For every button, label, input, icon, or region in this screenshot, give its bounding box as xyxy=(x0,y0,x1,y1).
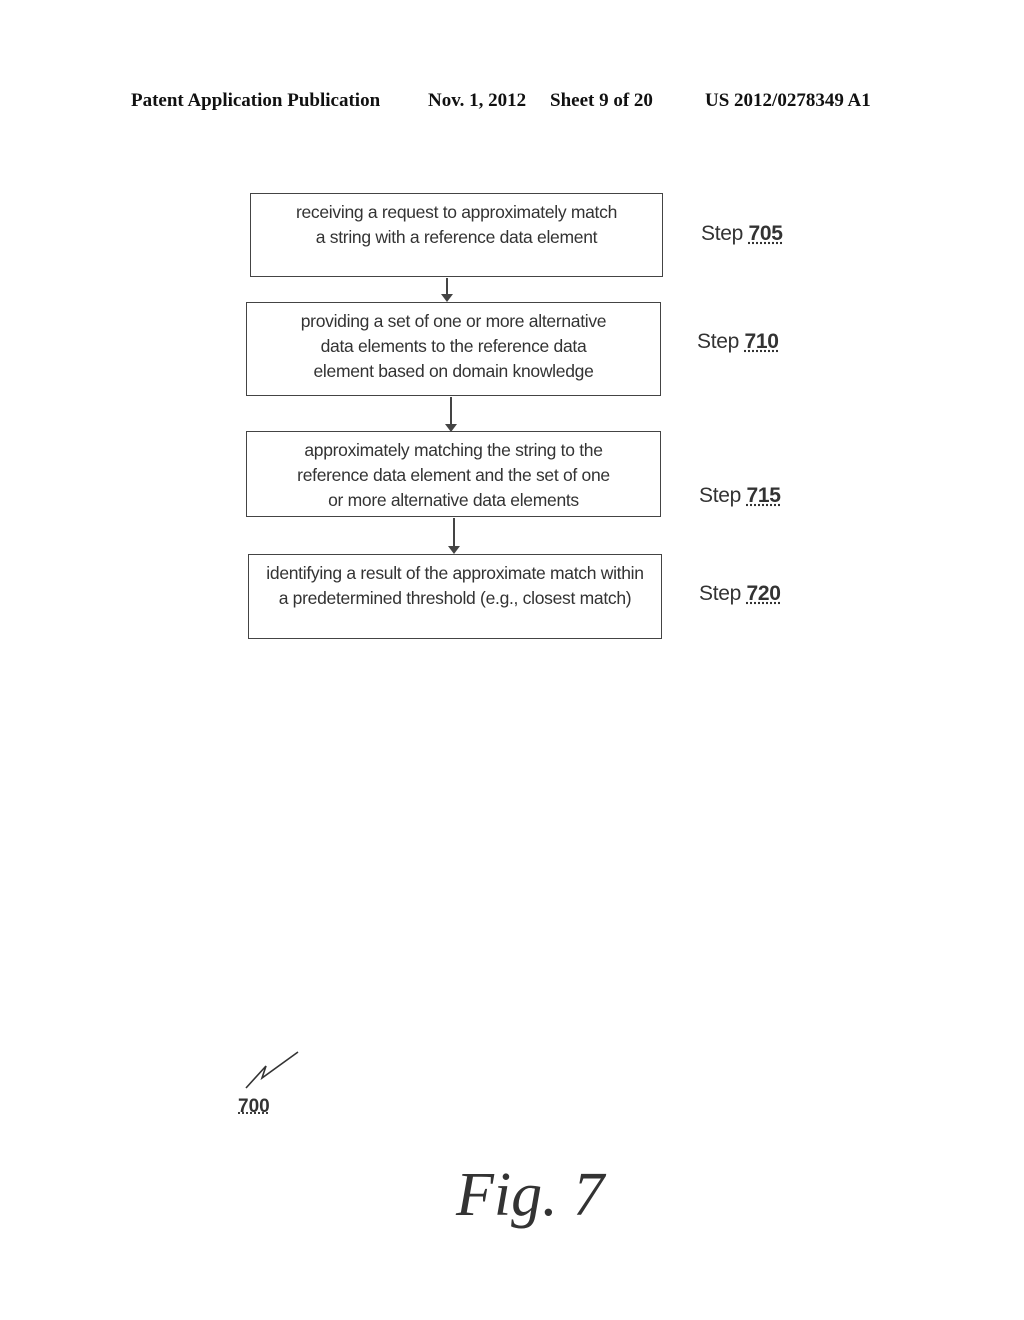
step-720-label: Step 720 xyxy=(699,582,781,606)
reference-numeral: 700 xyxy=(238,1096,270,1117)
step-715-line: reference data element and the set of on… xyxy=(297,465,610,485)
step-prefix: Step xyxy=(697,330,739,353)
sheet-number: Sheet 9 of 20 xyxy=(550,90,653,111)
step-715-line: approximately matching the string to the xyxy=(304,440,603,460)
step-715-line: or more alternative data elements xyxy=(328,490,579,510)
step-710-line: data elements to the reference data xyxy=(320,336,587,356)
publication-date: Nov. 1, 2012 xyxy=(428,90,527,111)
step-705-label: Step 705 xyxy=(701,222,783,246)
reference-leader-icon xyxy=(245,1051,299,1089)
arrow-down-icon xyxy=(448,518,460,554)
step-prefix: Step xyxy=(699,582,741,605)
patent-number: US 2012/0278349 A1 xyxy=(705,90,871,111)
figure-label: Fig. 7 xyxy=(456,1161,605,1229)
step-705-line: receiving a request to approximately mat… xyxy=(295,202,618,222)
step-705-line: a string with a reference data element xyxy=(315,227,598,247)
step-prefix: Step xyxy=(701,222,743,245)
step-715-box: approximately matching the string to the… xyxy=(246,431,661,517)
step-720-line: a predetermined threshold (e.g., closest… xyxy=(278,588,632,608)
arrow-down-icon xyxy=(441,278,453,302)
publication-title: Patent Application Publication xyxy=(131,90,381,111)
step-710-line: element based on domain knowledge xyxy=(313,361,594,381)
step-prefix: Step xyxy=(699,484,741,507)
step-number: 720 xyxy=(746,582,781,605)
step-number: 715 xyxy=(746,484,781,507)
step-715-label: Step 715 xyxy=(699,484,781,508)
step-720-box: identifying a result of the approximate … xyxy=(248,554,662,639)
step-710-label: Step 710 xyxy=(697,330,779,354)
step-720-line: identifying a result of the approximate … xyxy=(266,563,644,583)
step-705-box: receiving a request to approximately mat… xyxy=(250,193,663,277)
step-710-line: providing a set of one or more alternati… xyxy=(300,311,607,331)
step-710-box: providing a set of one or more alternati… xyxy=(246,302,661,396)
leader-line xyxy=(245,1051,299,1089)
step-number: 705 xyxy=(748,222,783,245)
arrow-down-icon xyxy=(445,397,457,432)
step-number: 710 xyxy=(744,330,779,353)
